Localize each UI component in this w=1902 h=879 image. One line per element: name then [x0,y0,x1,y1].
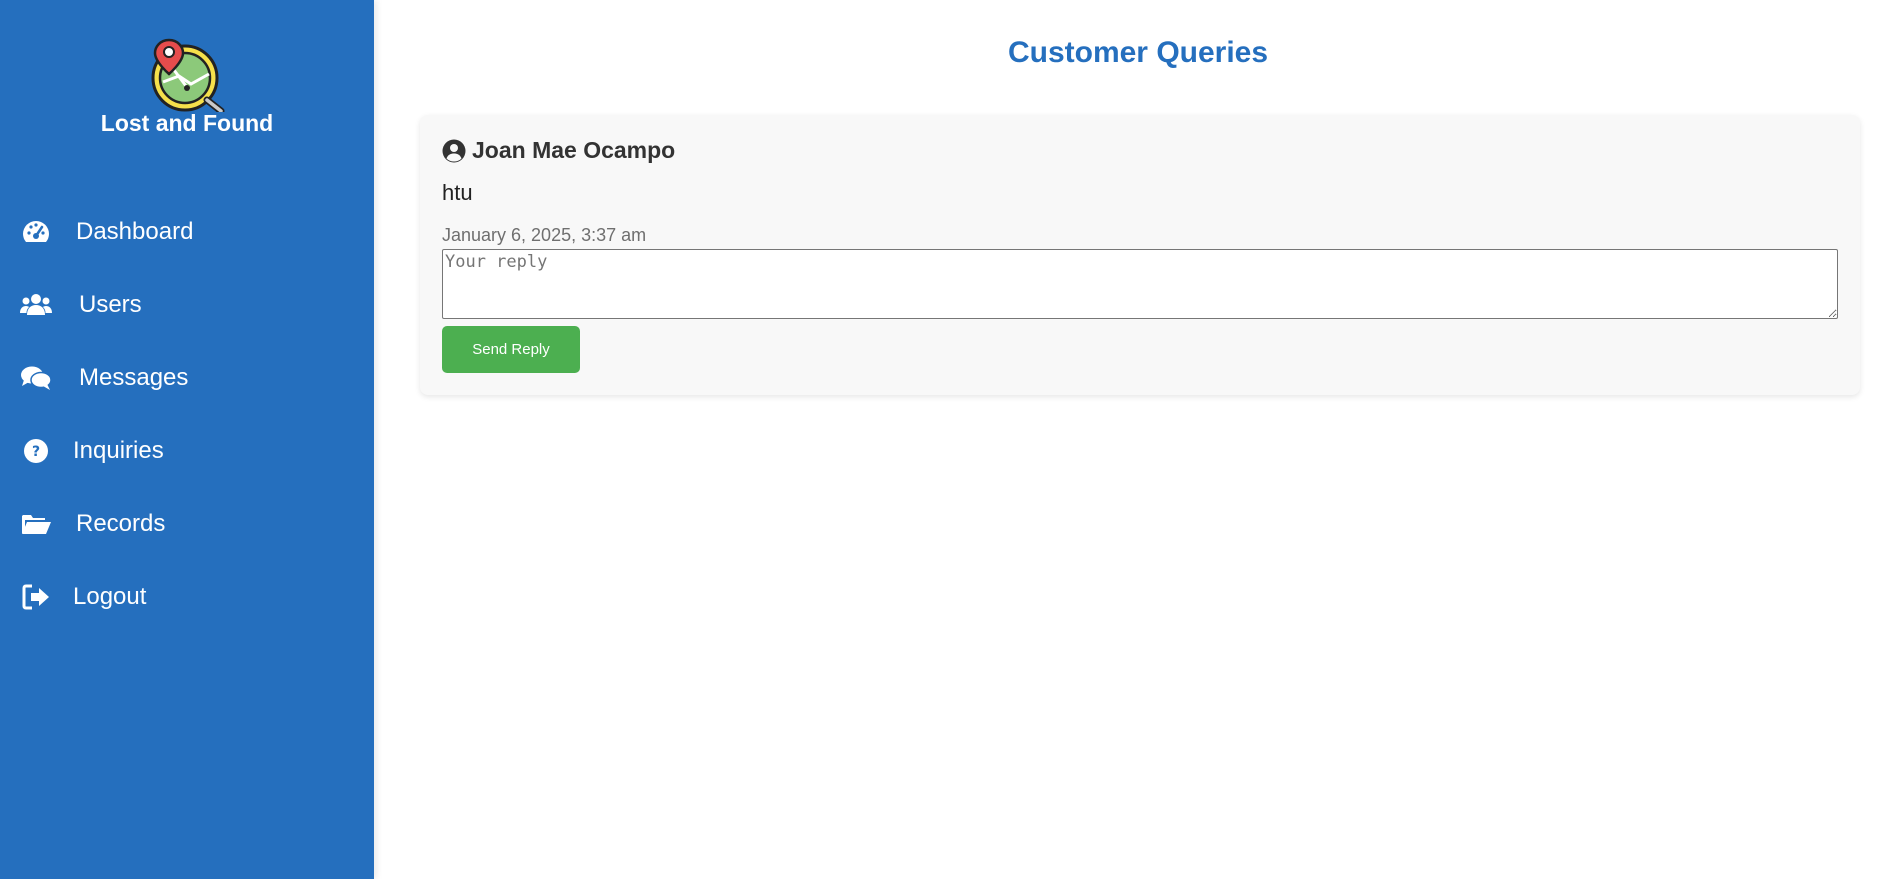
sidebar-item-label: Dashboard [76,217,194,245]
send-reply-button[interactable]: Send Reply [442,326,580,373]
query-sender-name: Joan Mae Ocampo [472,137,676,163]
page-title: Customer Queries [1007,36,1269,69]
query-message: htu [442,180,473,205]
user-circle-icon [442,139,466,162]
sidebar-item-messages[interactable]: Messages [0,341,374,414]
sidebar-item-label: Logout [73,582,147,610]
sidebar-item-label: Inquiries [73,436,164,464]
comments-icon [20,364,52,392]
sidebar-item-records[interactable]: Records [0,487,374,560]
query-card-header: Joan Mae Ocampo [442,137,675,164]
folder-open-icon [20,510,52,538]
query-card: Joan Mae Ocampo htu January 6, 2025, 3:3… [420,115,1860,395]
brand-title: Lost and Found [100,110,274,136]
brand: Lost and Found [0,36,374,137]
sidebar-item-label: Messages [79,363,189,391]
main-content: Customer Queries Joan Mae Ocampo htu Jan… [374,0,1902,879]
sidebar-nav: Dashboard Users Messages ? Inquiries Rec… [0,195,374,633]
svg-text:?: ? [32,444,40,460]
sidebar-item-inquiries[interactable]: ? Inquiries [0,414,374,487]
sidebar-item-dashboard[interactable]: Dashboard [0,195,374,268]
logout-icon [20,583,52,611]
sidebar-item-label: Users [79,290,142,318]
reply-textarea[interactable] [442,249,1838,319]
lost-and-found-logo-icon [151,38,225,112]
dashboard-gauge-icon [20,218,52,246]
query-timestamp: January 6, 2025, 3:37 am [442,225,647,245]
sidebar-item-users[interactable]: Users [0,268,374,341]
question-circle-icon: ? [20,437,52,465]
app: Lost and Found Dashboard Users Messages … [0,0,1902,879]
sidebar-item-logout[interactable]: Logout [0,560,374,633]
sidebar-item-label: Records [76,509,166,537]
users-icon [20,291,52,319]
sidebar: Lost and Found Dashboard Users Messages … [0,0,374,879]
